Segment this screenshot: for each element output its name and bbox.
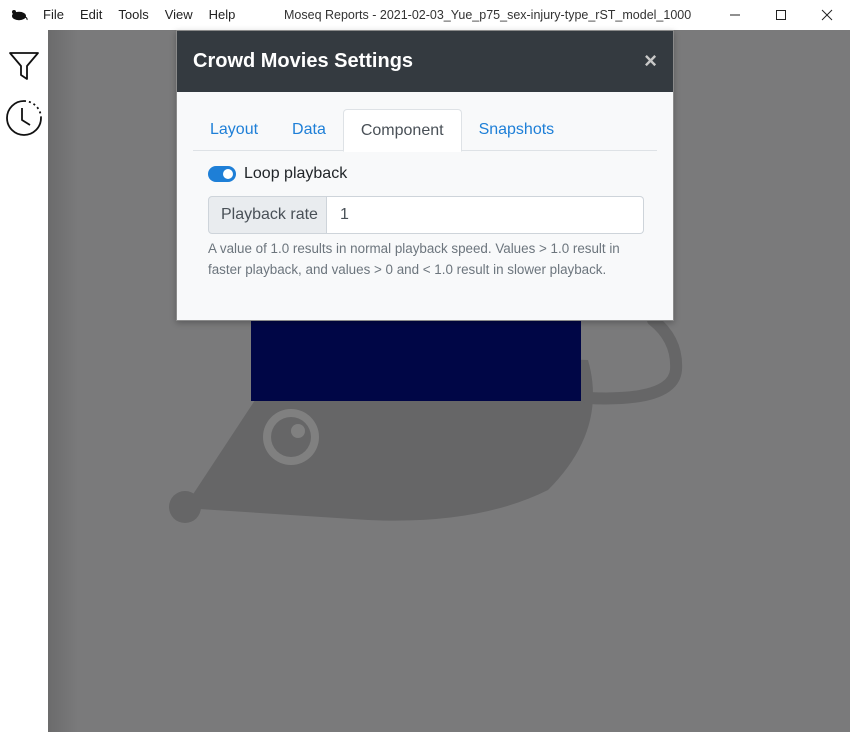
loop-playback-toggle[interactable] — [208, 166, 236, 182]
loop-playback-label[interactable]: Loop playback — [244, 165, 347, 183]
playback-rate-help: A value of 1.0 results in normal playbac… — [208, 241, 620, 277]
modal-header: Crowd Movies Settings × — [177, 31, 673, 92]
maximize-button[interactable] — [758, 0, 804, 30]
left-rail — [0, 30, 48, 732]
modal-body: Layout Data Component Snapshots Loop pla… — [177, 92, 673, 280]
menu-view[interactable]: View — [157, 0, 201, 30]
title-bar: File Edit Tools View Help Moseq Reports … — [0, 0, 850, 30]
close-window-button[interactable] — [804, 0, 850, 30]
window-controls — [712, 0, 850, 30]
close-icon — [821, 9, 833, 21]
history-button[interactable] — [4, 98, 44, 138]
modal-title: Crowd Movies Settings — [193, 50, 414, 72]
loop-playback-row: Loop playback — [208, 164, 657, 184]
filter-button[interactable] — [4, 46, 44, 86]
playback-rate-input[interactable] — [327, 196, 644, 234]
filter-icon — [9, 52, 39, 80]
playback-rate-group: Playback rate — [208, 196, 644, 234]
minimize-icon — [730, 14, 740, 16]
modal-close-button[interactable]: × — [644, 49, 657, 73]
menu-help[interactable]: Help — [201, 0, 244, 30]
tab-data[interactable]: Data — [275, 109, 343, 151]
app-logo-icon — [12, 10, 28, 21]
history-clock-icon — [6, 100, 42, 136]
menu-tools[interactable]: Tools — [110, 0, 156, 30]
tab-layout[interactable]: Layout — [193, 109, 275, 151]
window-title: Moseq Reports - 2021-02-03_Yue_p75_sex-i… — [284, 8, 692, 22]
menu-edit[interactable]: Edit — [72, 0, 110, 30]
toggle-knob — [223, 169, 233, 179]
minimize-button[interactable] — [712, 0, 758, 30]
tab-component[interactable]: Component — [342, 109, 462, 152]
menu-bar: File Edit Tools View Help — [43, 0, 243, 30]
menu-file[interactable]: File — [43, 0, 72, 30]
maximize-icon — [776, 10, 786, 20]
playback-rate-label: Playback rate — [208, 196, 327, 234]
tab-snapshots[interactable]: Snapshots — [462, 109, 572, 151]
settings-tabs: Layout Data Component Snapshots — [193, 109, 657, 152]
crowd-movies-settings-modal: Crowd Movies Settings × Layout Data Comp… — [176, 30, 674, 321]
